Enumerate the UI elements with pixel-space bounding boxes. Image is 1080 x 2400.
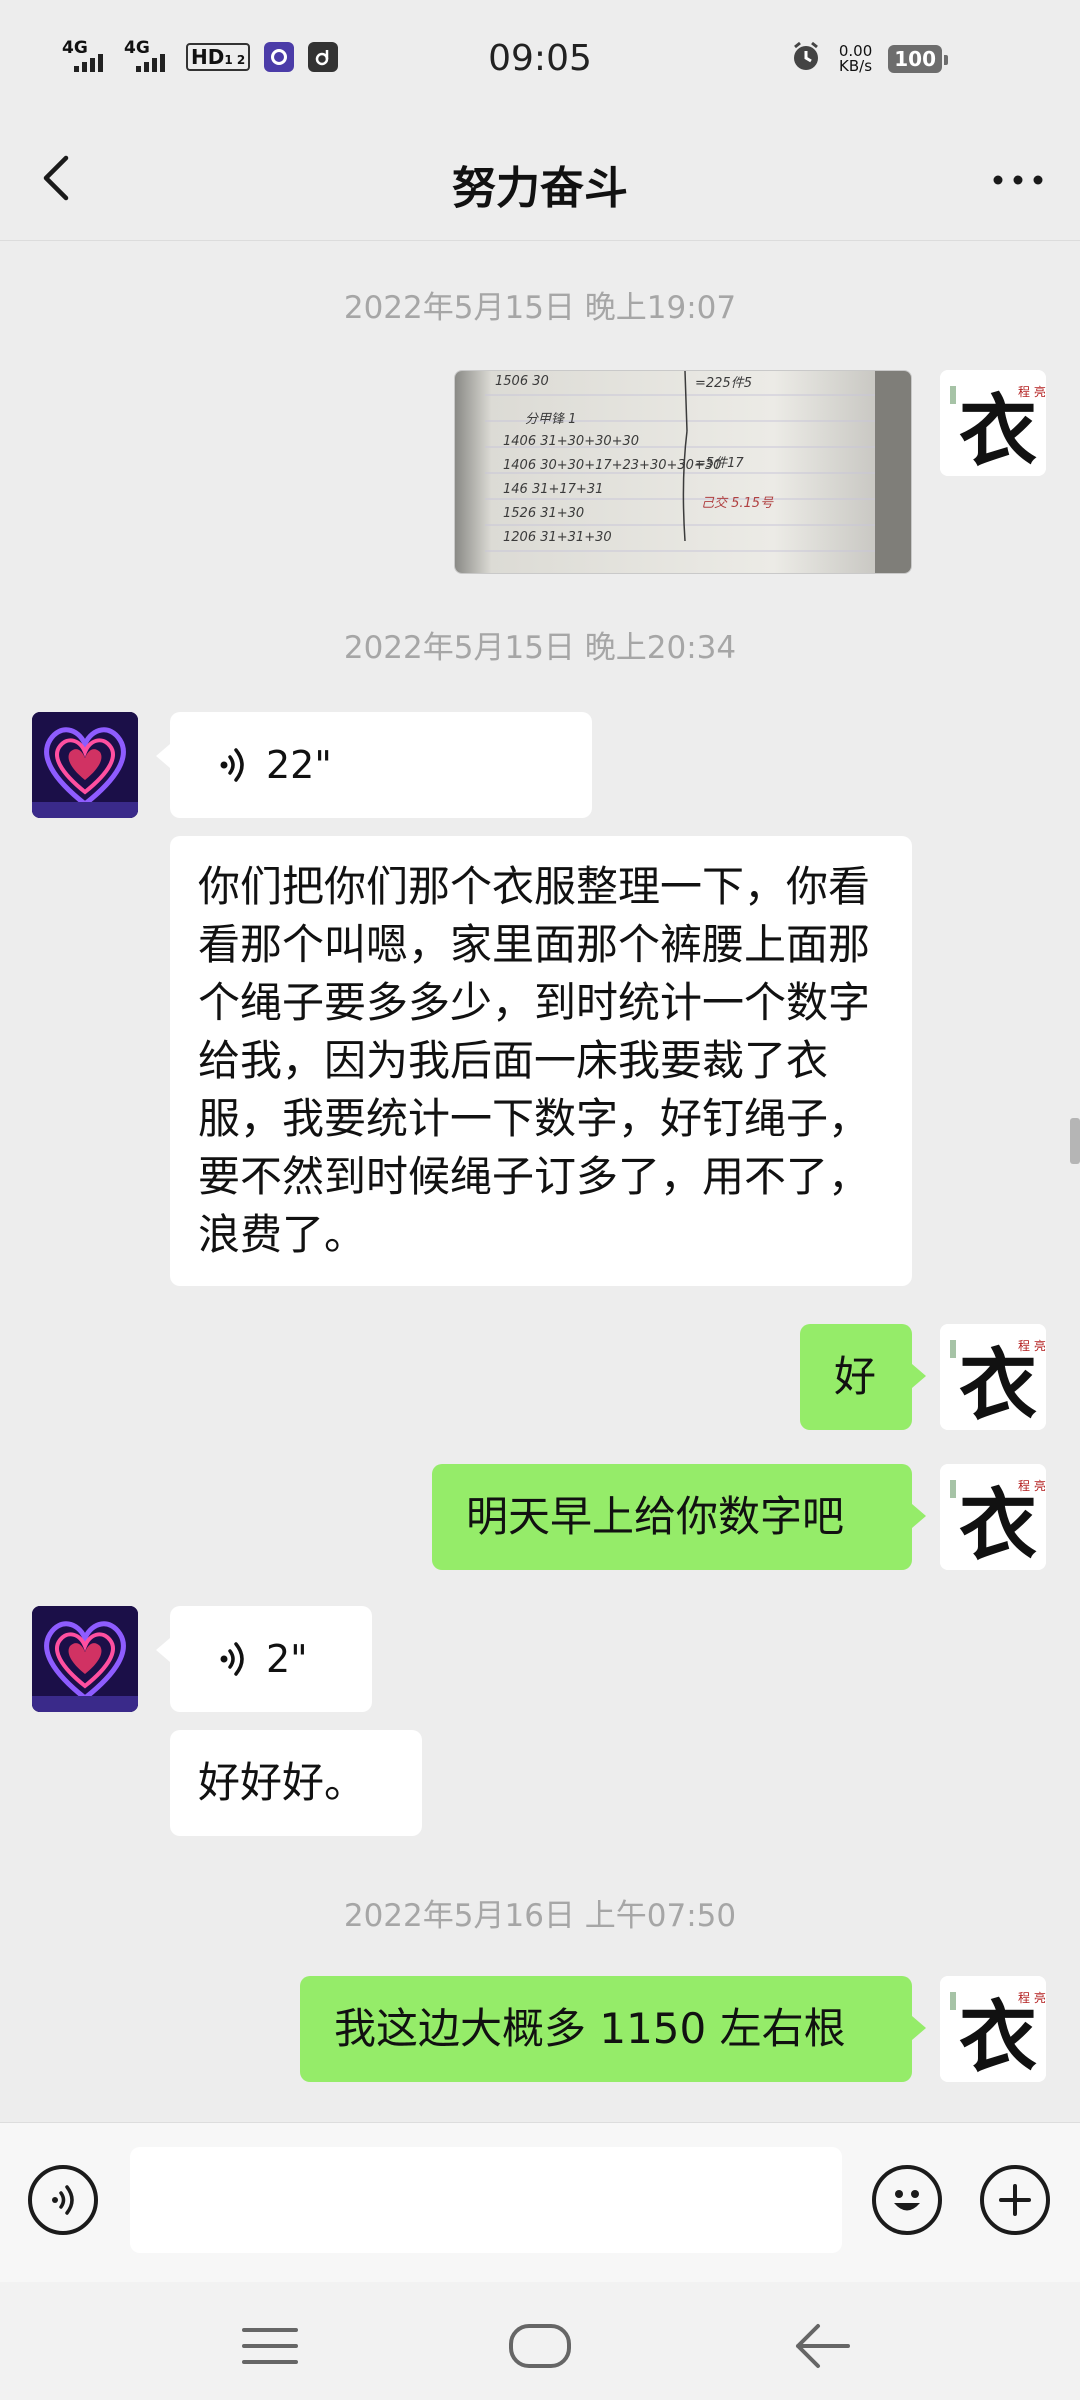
contact-avatar[interactable]	[32, 1606, 138, 1712]
photo-line: =5件17	[695, 456, 744, 471]
avatar-signature: 程 亮	[1018, 384, 1046, 399]
emoji-icon	[894, 2190, 920, 2211]
avatar-char: 衣	[959, 1992, 1037, 2082]
voice-duration: 22"	[266, 743, 332, 787]
status-bar: 4G 4G HD1 2 09:05 0.00 KB/s 100	[0, 0, 1080, 122]
message-text: 你们把你们那个衣服整理一下，你看看那个叫嗯，家里面那个裤腰上面那个绳子要多多少，…	[198, 862, 871, 1259]
message-timestamp: 2022年5月15日 晚上20:34	[343, 630, 737, 666]
photo-line: =225件5	[695, 376, 752, 391]
network-speed-unit: KB/s	[839, 57, 873, 75]
text-message[interactable]: 明天早上给你数字吧	[432, 1464, 926, 1570]
network-speed: 0.00 KB/s	[839, 44, 872, 74]
avatar-char: 衣	[959, 1480, 1037, 1570]
avatar-signature: 程 亮	[1018, 1478, 1046, 1493]
text-message[interactable]: 你们把你们那个衣服整理一下，你看看那个叫嗯，家里面那个裤腰上面那个绳子要多多少，…	[170, 836, 912, 1286]
message-text: 明天早上给你数字吧	[466, 1492, 845, 1541]
chat-header: 努力奋斗	[0, 122, 1080, 241]
photo-line: 1506 30	[495, 374, 549, 389]
voice-message[interactable]: 2"	[156, 1606, 372, 1712]
photo-line: 1206 31+31+30	[503, 530, 612, 545]
home-button[interactable]	[508, 2316, 572, 2376]
message-text: 我这边大概多 1150 左右根	[334, 2004, 846, 2053]
voice-wave-icon	[220, 1642, 244, 1676]
my-avatar[interactable]: 衣 程 亮	[940, 1976, 1046, 2082]
menu-icon	[242, 2328, 298, 2364]
calligraphy-avatar-icon: 衣 程 亮	[940, 370, 1046, 476]
home-icon	[509, 2324, 571, 2368]
message-timestamp: 2022年5月15日 晚上19:07	[343, 290, 737, 326]
photo-line: 1406 31+30+30+30	[503, 434, 639, 449]
voice-duration: 2"	[266, 1637, 308, 1681]
heart-lights-avatar-icon	[32, 1606, 138, 1712]
contact-avatar[interactable]	[32, 712, 138, 818]
text-message[interactable]: 好	[800, 1324, 926, 1430]
voice-wave-icon	[220, 748, 244, 782]
text-message[interactable]: 我这边大概多 1150 左右根	[300, 1976, 926, 2082]
message-text: 好好好。	[198, 1758, 367, 1807]
calligraphy-avatar-icon: 衣 程 亮	[940, 1464, 1046, 1570]
photo-line: 146 31+17+31	[503, 482, 603, 497]
notebook-photo: 1506 30 分甲锋 1 1406 31+30+30+30 1406 30+3…	[455, 371, 911, 573]
system-back-button[interactable]	[792, 2316, 852, 2376]
more-functions-button[interactable]	[980, 2165, 1050, 2235]
my-avatar[interactable]: 衣 程 亮	[940, 1464, 1046, 1570]
my-avatar[interactable]: 衣 程 亮	[940, 1324, 1046, 1430]
avatar-signature: 程 亮	[1018, 1338, 1046, 1353]
message-text: 好	[834, 1352, 877, 1401]
photo-line: 1406 30+30+17+23+30+30+30	[503, 458, 721, 473]
emoji-button[interactable]	[872, 2165, 942, 2235]
more-button[interactable]	[986, 152, 1050, 208]
my-avatar[interactable]: 衣 程 亮	[940, 370, 1046, 476]
calligraphy-avatar-icon: 衣 程 亮	[940, 1976, 1046, 2082]
heart-lights-avatar-icon	[32, 712, 138, 818]
avatar-char: 衣	[959, 386, 1037, 476]
voice-message[interactable]: 22"	[156, 712, 592, 818]
battery-icon: 100	[888, 45, 948, 73]
voice-input-button[interactable]	[28, 2165, 98, 2235]
more-dots-icon	[993, 175, 1043, 185]
avatar-signature: 程 亮	[1018, 1990, 1046, 2005]
alarm-icon	[789, 40, 823, 78]
calligraphy-avatar-icon: 衣 程 亮	[940, 1324, 1046, 1430]
avatar-char: 衣	[959, 1340, 1037, 1430]
recent-apps-button[interactable]	[240, 2316, 300, 2376]
image-message[interactable]: 1506 30 分甲锋 1 1406 31+30+30+30 1406 30+3…	[454, 370, 912, 574]
system-nav-bar	[0, 2282, 1080, 2400]
message-input[interactable]	[130, 2147, 842, 2253]
plus-icon	[999, 2184, 1031, 2216]
message-timestamp: 2022年5月16日 上午07:50	[343, 1898, 737, 1934]
text-message[interactable]: 好好好。	[170, 1730, 422, 1836]
chat-title: 努力奋斗	[452, 163, 628, 214]
scrollbar[interactable]	[1070, 1118, 1080, 1164]
input-bar	[0, 2122, 1080, 2283]
back-arrow-icon	[796, 2324, 850, 2368]
voice-icon	[52, 2185, 74, 2215]
photo-line: 己交 5.15号	[701, 495, 774, 511]
status-icons-right: 0.00 KB/s 100	[789, 40, 948, 78]
photo-line: 1526 31+30	[503, 506, 584, 521]
photo-line: 分甲锋 1	[525, 412, 576, 427]
